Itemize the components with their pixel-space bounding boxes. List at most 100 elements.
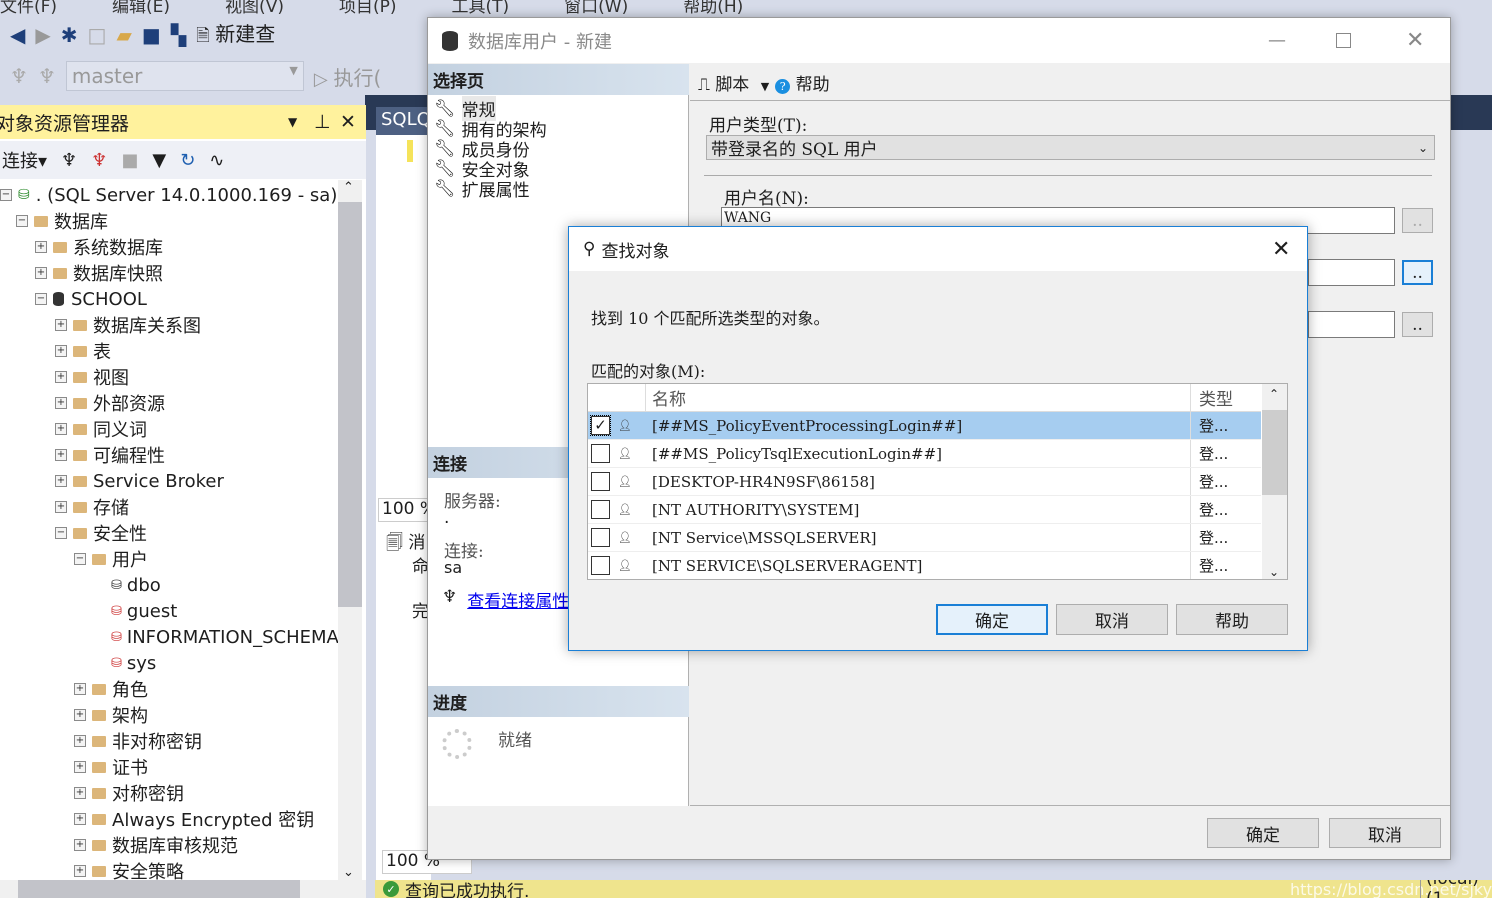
expand-icon[interactable]: + [74,787,86,799]
default-schema-input[interactable] [1308,311,1395,338]
tree-item[interactable]: ⛁ sys [93,650,156,676]
connect-icon[interactable]: ♆ [61,150,77,171]
scroll-down-icon[interactable]: ⌄ [1269,565,1279,579]
tree-item[interactable]: + 架构 [74,702,148,728]
collapse-icon[interactable]: − [16,215,28,227]
new-query-button[interactable]: 🗎 新建查 [196,18,275,52]
cancel-button[interactable]: 取消 [1329,818,1441,848]
scroll-thumb[interactable] [338,202,362,607]
row-checkbox[interactable]: ✓ [590,415,611,436]
expand-icon[interactable]: + [74,865,86,877]
tree-item[interactable]: − 数据库 [16,208,108,234]
tree-item[interactable]: ⛁ INFORMATION_SCHEMA [93,624,338,650]
add-item-icon[interactable]: □ [88,23,107,47]
tab-sql-query[interactable]: SQLQ [376,107,431,135]
list-item[interactable]: 👤︎ [NT AUTHORITY\SYSTEM] 登... [588,496,1261,524]
tree-item[interactable]: + 存储 [55,494,129,520]
database-select[interactable]: master ▼ [65,61,304,91]
tree-item[interactable]: + 表 [55,338,111,364]
find-cancel-button[interactable]: 取消 [1056,604,1168,635]
user-type-select[interactable]: 带登录名的 SQL 用户 ⌄ [706,135,1435,160]
dropdown-icon[interactable]: ▼ [288,115,297,129]
user-name-browse-button[interactable]: .. [1402,208,1433,233]
scroll-up-icon[interactable]: ⌃ [1269,387,1279,401]
expand-icon[interactable]: + [35,267,47,279]
list-item[interactable]: 👤︎ [DESKTOP-HR4N9SF\86158] 登... [588,468,1261,496]
disconnect-icon[interactable]: ♆ [38,64,56,88]
collapse-icon[interactable]: − [74,553,86,565]
activity-monitor-icon[interactable]: ∿ [209,150,224,171]
expand-icon[interactable]: + [74,839,86,851]
row-checkbox[interactable] [591,528,610,547]
expand-icon[interactable]: + [55,475,67,487]
collapse-icon[interactable]: − [35,293,47,305]
tree-item[interactable]: + 同义词 [55,416,147,442]
expand-icon[interactable]: + [55,423,67,435]
help-button[interactable]: ? 帮助 [775,70,830,95]
login-name-browse-button[interactable]: .. [1402,260,1433,285]
scroll-thumb[interactable] [18,880,300,898]
column-header-type[interactable]: 类型 [1191,385,1233,410]
expand-icon[interactable]: + [55,501,67,513]
column-header-name[interactable]: 名称 [646,384,1191,411]
expand-icon[interactable]: + [55,319,67,331]
menu-view[interactable]: 视图(V) [225,0,284,17]
expand-icon[interactable]: + [55,345,67,357]
tree-item[interactable]: + 数据库快照 [35,260,163,286]
expand-icon[interactable]: + [55,397,67,409]
disconnect-icon[interactable]: ♆ [91,150,107,171]
execute-button[interactable]: ▷ 执行( [314,62,381,91]
list-item[interactable]: ✓ 👤︎ [##MS_PolicyEventProcessingLogin##] 登.… [588,412,1261,440]
expand-icon[interactable]: + [35,241,47,253]
tree-item[interactable]: + 对称密钥 [74,780,184,806]
new-project-icon[interactable]: ✱ [61,23,78,47]
collapse-icon[interactable]: − [0,189,12,201]
dropdown-icon[interactable]: ▼ [761,80,769,93]
script-button[interactable]: ⎍ 脚本 ▼ [698,70,769,95]
connect-icon[interactable]: ♆ [10,64,28,88]
close-button[interactable]: ✕ [1406,28,1424,53]
pin-icon[interactable]: ⊥ [314,111,331,133]
save-icon[interactable]: ■ [142,23,161,47]
row-checkbox[interactable] [591,472,610,491]
menu-project[interactable]: 项目(P) [339,0,397,17]
tree-horizontal-scrollbar[interactable] [0,880,366,898]
scroll-down-icon[interactable]: ⌄ [343,865,354,880]
view-connection-link[interactable]: 查看连接属性 [467,587,569,612]
scroll-thumb[interactable] [1262,410,1287,495]
menu-window[interactable]: 窗口(W) [564,0,628,17]
tree-item[interactable]: + Service Broker [55,468,224,494]
close-icon[interactable]: ✕ [340,111,356,133]
save-all-icon[interactable]: ▚ [171,23,186,47]
list-item[interactable]: 👤︎ [NT SERVICE\SQLSERVERAGENT] 登... [588,552,1261,579]
find-help-button[interactable]: 帮助 [1176,604,1288,635]
expand-icon[interactable]: + [74,735,86,747]
tree-item[interactable]: + 证书 [74,754,148,780]
minimize-button[interactable]: — [1268,30,1286,51]
refresh-icon[interactable]: ↻ [180,150,195,171]
scroll-up-icon[interactable]: ⌃ [343,180,354,195]
expand-icon[interactable]: + [74,761,86,773]
stop-icon[interactable]: ■ [121,150,138,171]
tree-item[interactable]: − 用户 [74,546,148,572]
tree-item[interactable]: + 安全策略 [74,858,184,881]
menu-file[interactable]: 文件(F) [0,0,57,17]
tree-item[interactable]: + 可编程性 [55,442,165,468]
tree-item[interactable]: ⛁ dbo [93,572,161,598]
expand-icon[interactable]: + [74,709,86,721]
tree-item[interactable]: − SCHOOL [35,286,147,312]
expand-icon[interactable]: + [55,449,67,461]
tree-item[interactable]: + 外部资源 [55,390,165,416]
row-checkbox[interactable] [591,500,610,519]
open-file-icon[interactable]: ▰ [116,23,131,47]
connect-button[interactable]: 连接▾ [2,147,47,173]
tree-item[interactable]: + 数据库审核规范 [74,832,238,858]
tree-item[interactable]: ⛁ guest [93,598,177,624]
expand-icon[interactable]: + [74,813,86,825]
login-name-input[interactable] [1308,259,1395,286]
tree-item[interactable]: − 安全性 [55,520,147,546]
expand-icon[interactable]: + [55,371,67,383]
maximize-button[interactable] [1336,33,1351,48]
menu-help[interactable]: 帮助(H) [683,0,743,17]
tree-vertical-scrollbar[interactable]: ⌃ ⌄ [338,180,362,880]
